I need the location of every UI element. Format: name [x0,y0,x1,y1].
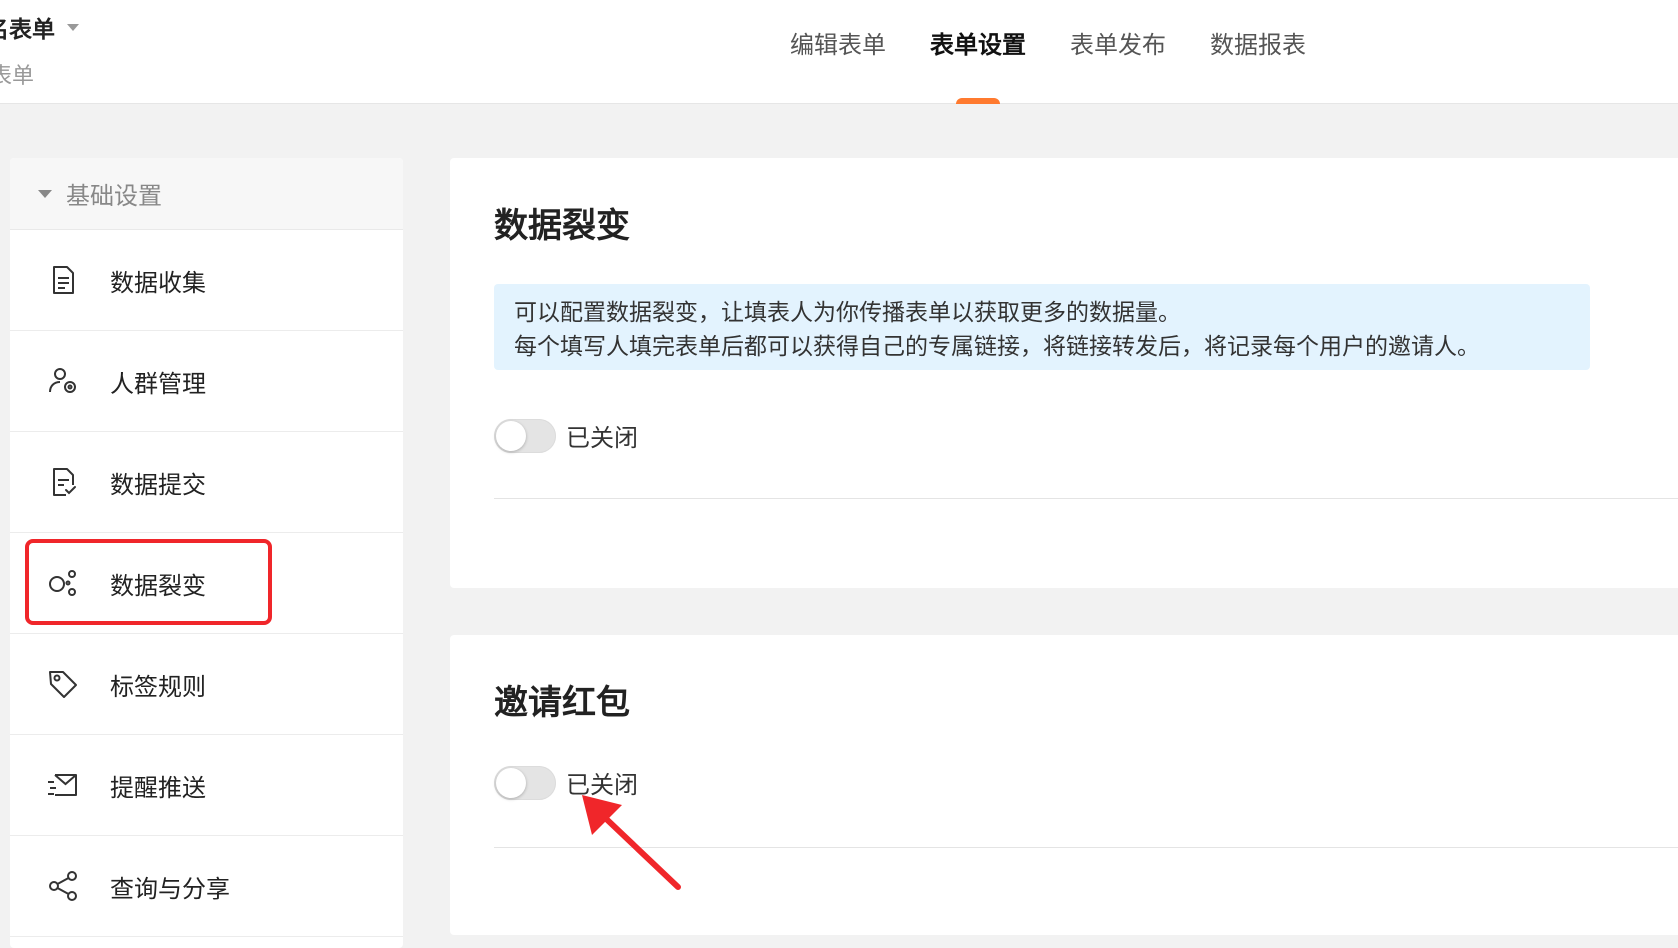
red-packet-toggle-row: 已关闭 [494,765,638,800]
red-packet-toggle-switch[interactable] [494,765,556,800]
sidebar-item-label: 查询与分享 [110,874,230,903]
sidebar-item-query-share[interactable]: 查询与分享 [10,836,403,937]
divider [494,498,1678,499]
panel-data-fission: 数据裂变 可以配置数据裂变，让填表人为你传播表单以获取更多的数据量。 每个填写人… [450,158,1678,588]
main-tabs: 编辑表单 表单设置 表单发布 数据报表 [790,0,1350,104]
sidebar-item-label: 数据收集 [110,268,206,297]
sidebar-item-data-fission[interactable]: 数据裂变 [10,533,403,634]
sidebar-group-basic[interactable]: 基础设置 [10,158,403,230]
settings-sidebar: 基础设置 数据收集 人群管理 数据提交 数据裂变 标签规则 提醒推送 查询与分享 [10,158,403,948]
sidebar-item-label: 人群管理 [110,369,206,398]
form-title: 名表单 [0,17,55,43]
sidebar-item-label: 数据裂变 [110,571,206,600]
toggle-status-label: 已关闭 [566,771,638,799]
panel-title: 邀请红包 [494,683,630,723]
tab-edit-form[interactable]: 编辑表单 [790,0,886,104]
tab-data-report[interactable]: 数据报表 [1210,0,1306,104]
sidebar-item-data-submit[interactable]: 数据提交 [10,432,403,533]
sidebar-group-label: 基础设置 [66,182,162,210]
toggle-knob [496,767,526,798]
sidebar-item-tag-rules[interactable]: 标签规则 [10,634,403,735]
caret-down-icon [67,23,79,31]
user-settings-icon [44,362,82,400]
form-title-dropdown[interactable]: 名表单 [0,10,79,44]
toggle-status-label: 已关闭 [566,424,638,452]
tab-form-publish[interactable]: 表单发布 [1070,0,1166,104]
notice-line: 每个填写人填完表单后都可以获得自己的专属链接，将链接转发后，将记录每个用户的邀请… [514,334,1480,360]
panel-invite-red-packet: 邀请红包 已关闭 [450,635,1678,935]
panel-title: 数据裂变 [494,206,630,246]
sidebar-item-data-collection[interactable]: 数据收集 [10,230,403,331]
share-icon [44,867,82,905]
sidebar-item-audience[interactable]: 人群管理 [10,331,403,432]
notice-line: 可以配置数据裂变，让填表人为你传播表单以获取更多的数据量。 [514,300,1181,326]
fission-toggle-switch[interactable] [494,418,556,453]
info-notice: 可以配置数据裂变，让填表人为你传播表单以获取更多的数据量。 每个填写人填完表单后… [494,284,1590,370]
sidebar-item-label: 数据提交 [110,470,206,499]
toggle-knob [496,420,526,451]
top-header: 名表单 表单 编辑表单 表单设置 表单发布 数据报表 [0,0,1678,104]
sidebar-item-reminder-push[interactable]: 提醒推送 [10,735,403,836]
caret-down-icon [38,189,52,198]
fission-icon [44,564,82,602]
divider [494,847,1678,848]
mail-send-icon [44,766,82,804]
sidebar-item-label: 标签规则 [110,672,206,701]
sidebar-item-label: 提醒推送 [110,773,206,802]
tab-form-settings[interactable]: 表单设置 [930,0,1026,104]
document-icon [44,261,82,299]
fission-toggle-row: 已关闭 [494,418,638,453]
form-subtitle: 表单 [0,64,35,89]
document-check-icon [44,463,82,501]
tag-icon [44,665,82,703]
